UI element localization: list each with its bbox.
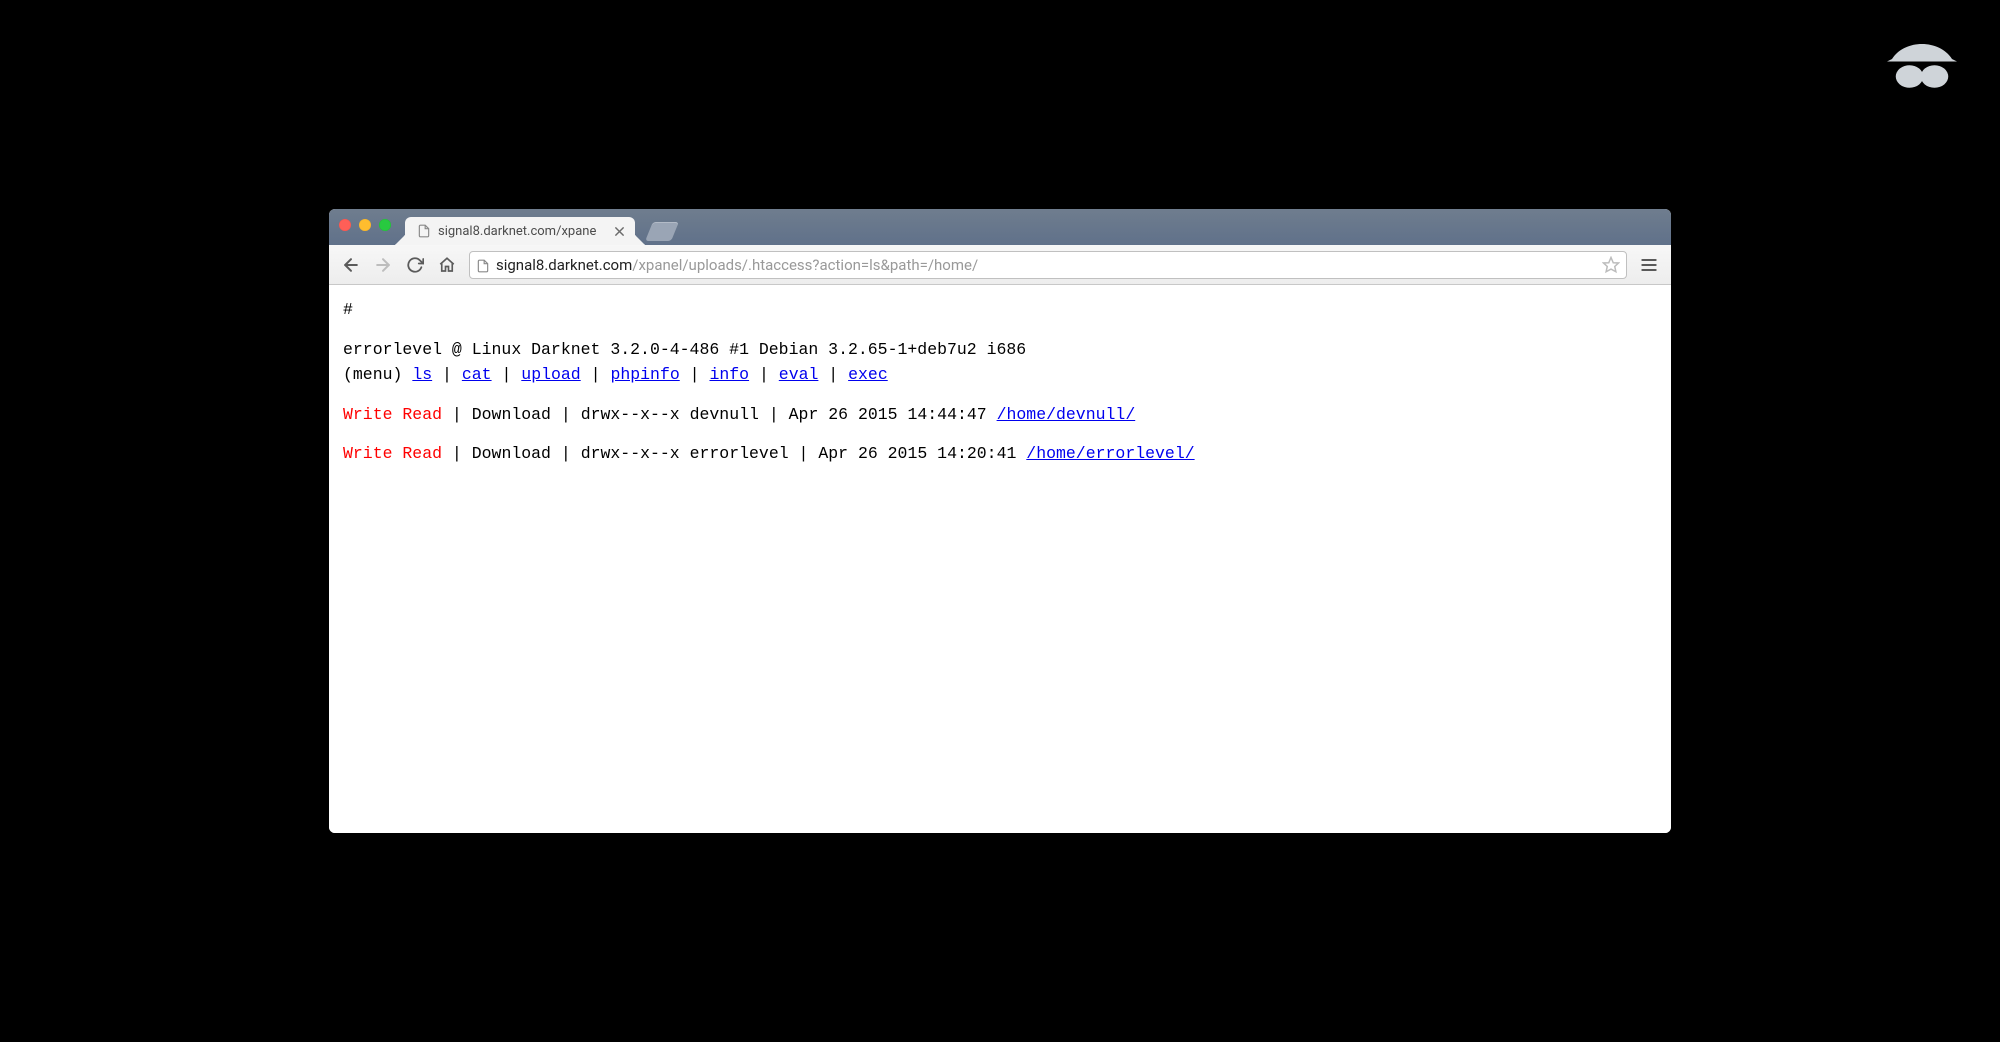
row-sep: |	[759, 405, 789, 424]
row-path-link[interactable]: /home/devnull/	[997, 405, 1136, 424]
row-mode-owner: drwx--x--x devnull	[581, 405, 759, 424]
reload-button[interactable]	[401, 251, 429, 279]
bookmark-star-icon[interactable]	[1602, 256, 1620, 274]
new-tab-button[interactable]	[645, 222, 679, 241]
menu-sep: |	[492, 365, 522, 384]
menu-sep: |	[818, 365, 848, 384]
menu-link-ls[interactable]: ls	[412, 365, 432, 384]
row-sep: |	[551, 444, 581, 463]
row-perms: Write Read	[343, 444, 442, 463]
incognito-icon	[1882, 34, 1962, 94]
close-window-button[interactable]	[339, 219, 351, 231]
row-sep: |	[789, 444, 819, 463]
url-host: signal8.darknet.com	[496, 256, 632, 274]
row-datetime: Apr 26 2015 14:20:41	[818, 444, 1016, 463]
row-sep: |	[551, 405, 581, 424]
page-content: # errorlevel @ Linux Darknet 3.2.0-4-486…	[329, 285, 1671, 833]
row-sep: |	[442, 405, 472, 424]
back-button[interactable]	[337, 251, 365, 279]
menu-link-upload[interactable]: upload	[521, 365, 580, 384]
close-tab-icon[interactable]	[614, 226, 625, 237]
url-path: /xpanel/uploads/.htaccess?action=ls&path…	[632, 256, 978, 274]
system-banner: errorlevel @ Linux Darknet 3.2.0-4-486 #…	[343, 340, 1026, 359]
browser-tab[interactable]: signal8.darknet.com/xpane	[405, 217, 635, 245]
tab-strip: signal8.darknet.com/xpane	[329, 209, 1671, 245]
tab-title: signal8.darknet.com/xpane	[438, 224, 607, 239]
menu-sep: |	[680, 365, 710, 384]
shell-prompt: #	[343, 297, 1657, 323]
browser-menu-button[interactable]	[1635, 251, 1663, 279]
menu-link-phpinfo[interactable]: phpinfo	[610, 365, 679, 384]
row-download: Download	[472, 444, 551, 463]
menu-link-exec[interactable]: exec	[848, 365, 888, 384]
page-favicon-icon	[417, 224, 431, 238]
zoom-window-button[interactable]	[379, 219, 391, 231]
row-path-link[interactable]: /home/errorlevel/	[1026, 444, 1194, 463]
menu-link-cat[interactable]: cat	[462, 365, 492, 384]
menu-link-info[interactable]: info	[709, 365, 749, 384]
row-mode-owner: drwx--x--x errorlevel	[581, 444, 789, 463]
row-perms: Write Read	[343, 405, 442, 424]
row-sep: |	[442, 444, 472, 463]
site-identity-icon	[476, 258, 490, 272]
listing-row: Write Read | Download | drwx--x--x error…	[343, 441, 1657, 467]
menu-sep: |	[749, 365, 779, 384]
url-text: signal8.darknet.com/xpanel/uploads/.htac…	[496, 256, 1596, 274]
menu-sep: |	[432, 365, 462, 384]
forward-button[interactable]	[369, 251, 397, 279]
menu-label: (menu)	[343, 365, 402, 384]
home-button[interactable]	[433, 251, 461, 279]
browser-toolbar: signal8.darknet.com/xpanel/uploads/.htac…	[329, 245, 1671, 285]
window-controls	[339, 219, 391, 231]
menu-sep: |	[581, 365, 611, 384]
address-bar[interactable]: signal8.darknet.com/xpanel/uploads/.htac…	[469, 251, 1627, 279]
minimize-window-button[interactable]	[359, 219, 371, 231]
menu-link-eval[interactable]: eval	[779, 365, 819, 384]
browser-window: signal8.darknet.com/xpane	[329, 209, 1671, 833]
row-datetime: Apr 26 2015 14:44:47	[789, 405, 987, 424]
row-download: Download	[472, 405, 551, 424]
listing-row: Write Read | Download | drwx--x--x devnu…	[343, 402, 1657, 428]
